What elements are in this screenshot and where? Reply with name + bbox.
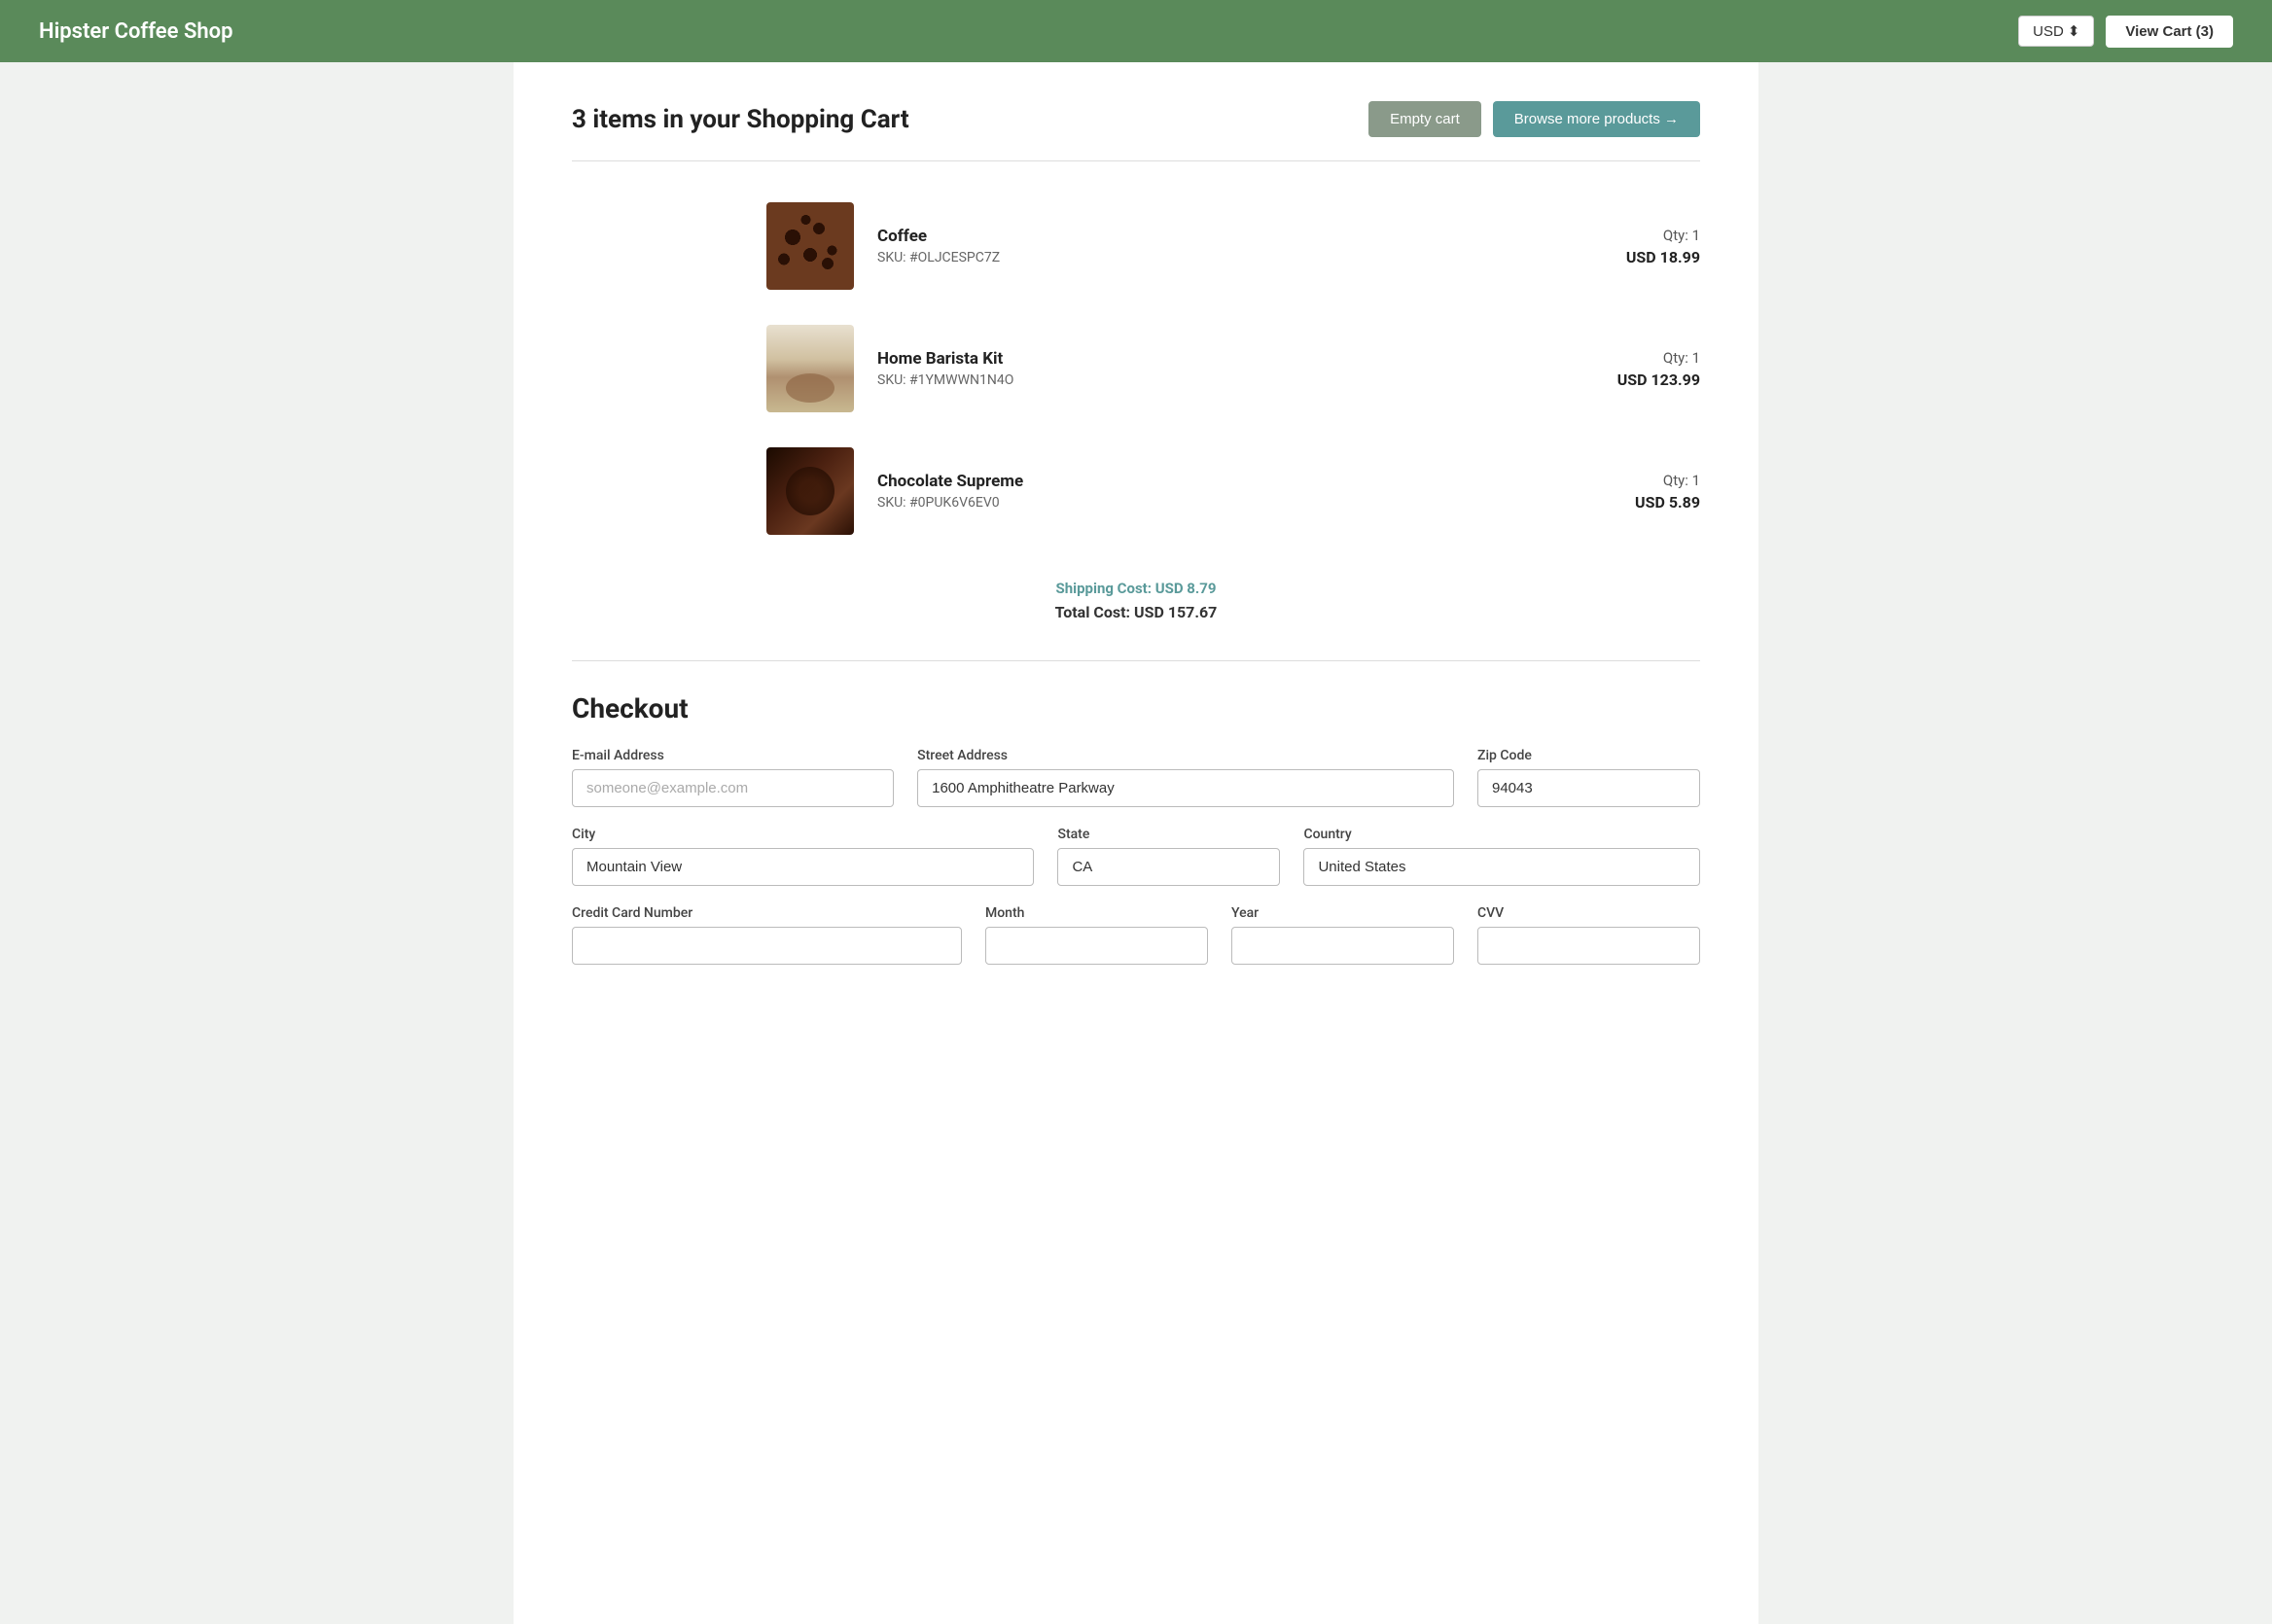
view-cart-button[interactable]: View Cart (3) [2106, 16, 2233, 48]
cvv-label: CVV [1477, 905, 1700, 921]
product-qty: Qty: 1 [1544, 349, 1700, 367]
product-sku: SKU: #1YMWWN1N4O [877, 372, 1521, 388]
shipping-label: Shipping Cost: [1056, 580, 1152, 597]
total-value: USD 157.67 [1134, 603, 1217, 621]
product-qty: Qty: 1 [1544, 472, 1700, 489]
table-row: Chocolate Supreme SKU: #0PUK6V6EV0 Qty: … [766, 430, 1700, 552]
main-container: 3 items in your Shopping Cart Empty cart… [514, 62, 1758, 1624]
navbar-actions: USD ⬍ View Cart (3) [2018, 16, 2233, 48]
state-field-group: State [1057, 827, 1280, 886]
product-image-barista [766, 325, 854, 412]
cart-item-pricing: Qty: 1 USD 5.89 [1544, 472, 1700, 512]
year-label: Year [1231, 905, 1454, 921]
checkout-section: Checkout E-mail Address Street Address Z… [572, 660, 1700, 965]
country-label: Country [1303, 827, 1700, 842]
product-price: USD 5.89 [1544, 493, 1700, 512]
checkout-title: Checkout [572, 692, 1700, 724]
table-row: Home Barista Kit SKU: #1YMWWN1N4O Qty: 1… [766, 307, 1700, 430]
cart-divider [572, 160, 1700, 161]
cc-input[interactable] [572, 927, 962, 965]
checkout-divider [572, 660, 1700, 661]
street-input[interactable] [917, 769, 1454, 807]
browse-products-button[interactable]: Browse more products → [1493, 101, 1700, 137]
country-field-group: Country [1303, 827, 1700, 886]
cart-item-pricing: Qty: 1 USD 123.99 [1544, 349, 1700, 389]
product-name: Chocolate Supreme [877, 472, 1521, 491]
brand-title: Hipster Coffee Shop [39, 19, 232, 44]
country-input[interactable] [1303, 848, 1700, 886]
month-label: Month [985, 905, 1208, 921]
checkout-row-2: City State Country [572, 827, 1700, 886]
cart-item-info: Chocolate Supreme SKU: #0PUK6V6EV0 [877, 472, 1521, 511]
state-label: State [1057, 827, 1280, 842]
total-cost: Total Cost: USD 157.67 [572, 603, 1700, 621]
zip-input[interactable] [1477, 769, 1700, 807]
street-label: Street Address [917, 748, 1454, 763]
street-field-group: Street Address [917, 748, 1454, 807]
product-image-coffee [766, 202, 854, 290]
cc-label: Credit Card Number [572, 905, 962, 921]
email-field-group: E-mail Address [572, 748, 894, 807]
checkout-row-1: E-mail Address Street Address Zip Code [572, 748, 1700, 807]
year-input[interactable] [1231, 927, 1454, 965]
empty-cart-button[interactable]: Empty cart [1368, 101, 1481, 137]
product-name: Coffee [877, 227, 1521, 246]
product-qty: Qty: 1 [1544, 227, 1700, 244]
product-price: USD 18.99 [1544, 248, 1700, 266]
cvv-input[interactable] [1477, 927, 1700, 965]
email-input[interactable] [572, 769, 894, 807]
cart-item-info: Home Barista Kit SKU: #1YMWWN1N4O [877, 349, 1521, 388]
state-input[interactable] [1057, 848, 1280, 886]
city-field-group: City [572, 827, 1034, 886]
cvv-field-group: CVV [1477, 905, 1700, 965]
cart-actions: Empty cart Browse more products → [1368, 101, 1700, 137]
cart-item-info: Coffee SKU: #OLJCESPC7Z [877, 227, 1521, 265]
currency-label: USD [2033, 23, 2064, 40]
city-input[interactable] [572, 848, 1034, 886]
month-input[interactable] [985, 927, 1208, 965]
cc-field-group: Credit Card Number [572, 905, 962, 965]
total-label: Total Cost: [1055, 603, 1130, 621]
cart-totals: Shipping Cost: USD 8.79 Total Cost: USD … [572, 572, 1700, 621]
product-image-chocolate [766, 447, 854, 535]
checkout-row-3: Credit Card Number Month Year CVV [572, 905, 1700, 965]
city-label: City [572, 827, 1034, 842]
year-field-group: Year [1231, 905, 1454, 965]
email-label: E-mail Address [572, 748, 894, 763]
currency-selector[interactable]: USD ⬍ [2018, 16, 2094, 47]
product-sku: SKU: #0PUK6V6EV0 [877, 495, 1521, 511]
product-sku: SKU: #OLJCESPC7Z [877, 250, 1521, 265]
zip-label: Zip Code [1477, 748, 1700, 763]
cart-header: 3 items in your Shopping Cart Empty cart… [572, 101, 1700, 137]
cart-items-list: Coffee SKU: #OLJCESPC7Z Qty: 1 USD 18.99… [572, 185, 1700, 552]
month-field-group: Month [985, 905, 1208, 965]
zip-field-group: Zip Code [1477, 748, 1700, 807]
product-price: USD 123.99 [1544, 371, 1700, 389]
table-row: Coffee SKU: #OLJCESPC7Z Qty: 1 USD 18.99 [766, 185, 1700, 307]
navbar: Hipster Coffee Shop USD ⬍ View Cart (3) [0, 0, 2272, 62]
cart-title: 3 items in your Shopping Cart [572, 105, 909, 134]
shipping-cost: Shipping Cost: USD 8.79 [572, 580, 1700, 597]
product-name: Home Barista Kit [877, 349, 1521, 369]
currency-chevron-icon: ⬍ [2068, 22, 2080, 40]
cart-item-pricing: Qty: 1 USD 18.99 [1544, 227, 1700, 266]
shipping-value: USD 8.79 [1155, 580, 1217, 597]
